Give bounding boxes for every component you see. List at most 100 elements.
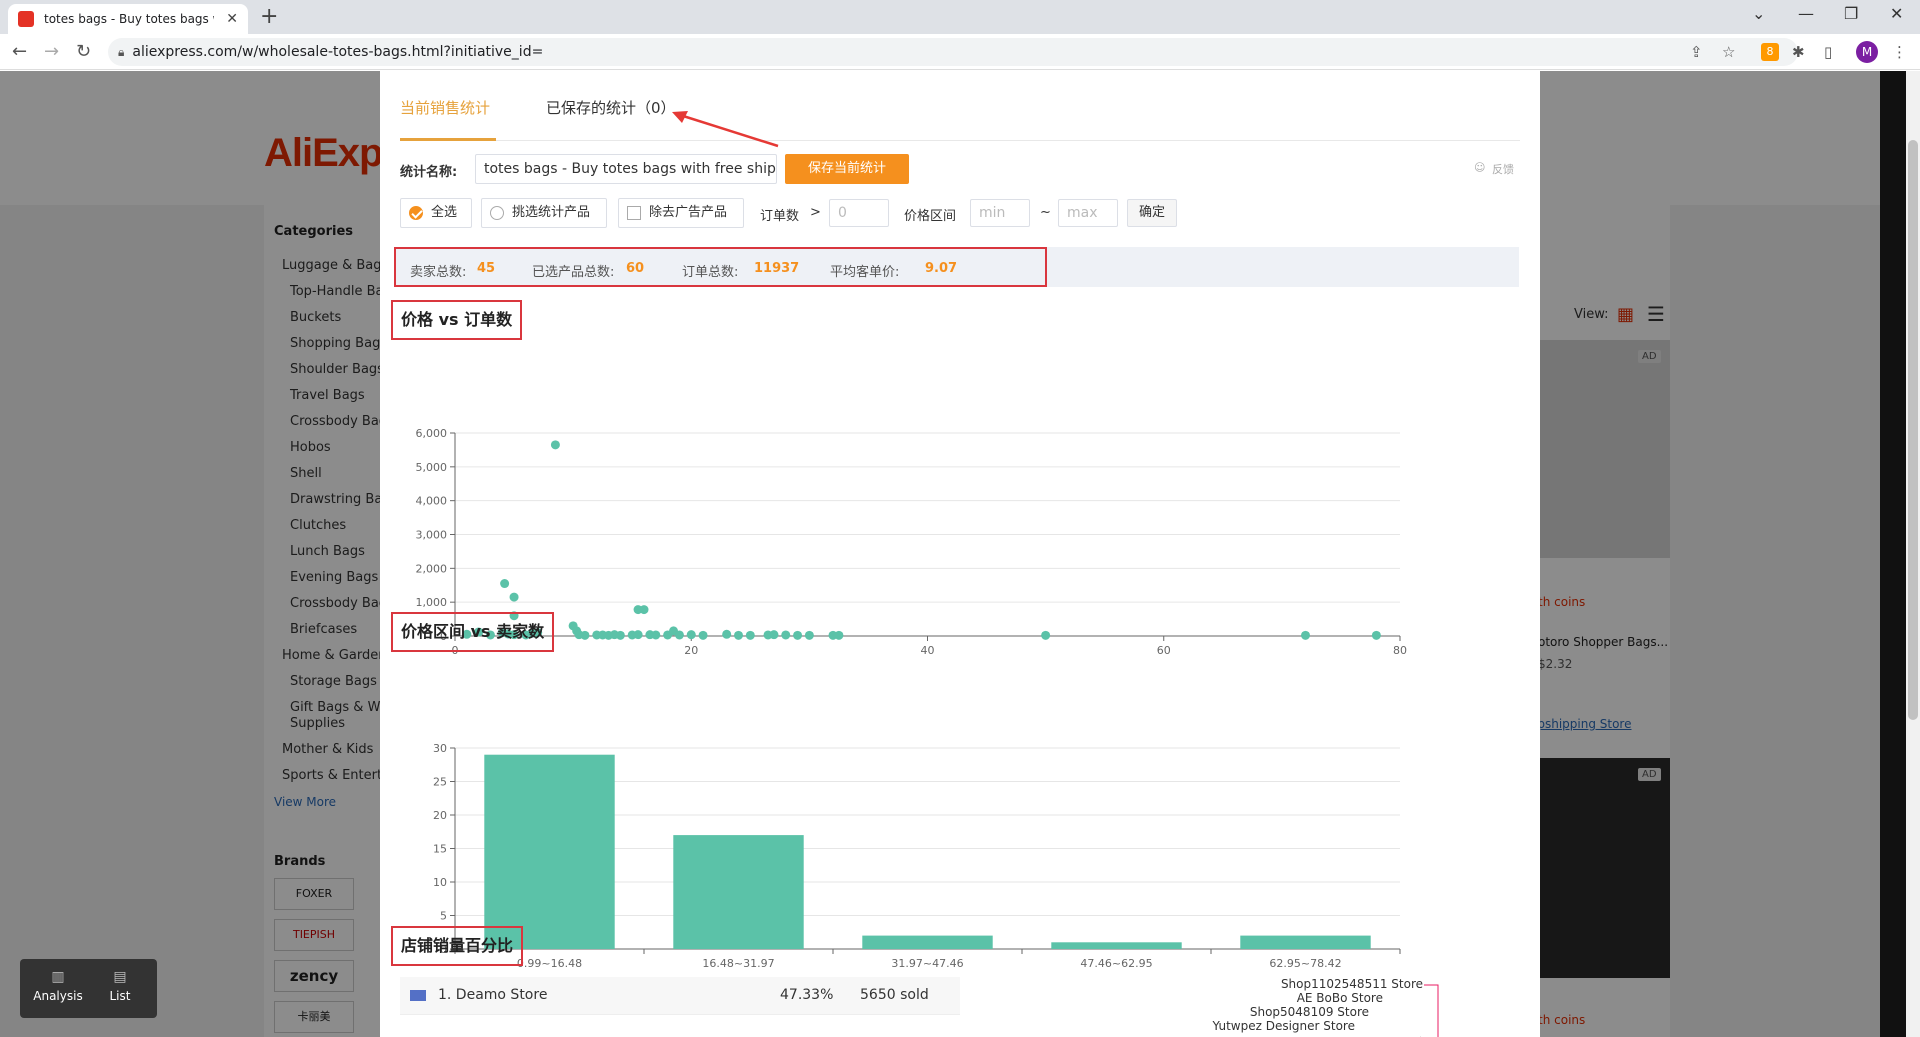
avg-price-label: 平均客单价: <box>830 265 900 280</box>
pie-label: Yutwpez Designer Store <box>1212 1019 1355 1033</box>
summary-highlight-box: 卖家总数: 45 已选产品总数: 60 订单总数: 11937 平均客单价: 9… <box>394 247 1047 287</box>
y-tick-label: 2,000 <box>416 562 448 575</box>
x-tick-label: 16.48~31.97 <box>702 957 774 970</box>
min-orders-input[interactable]: 0 <box>829 199 889 227</box>
store-sold: 5650 sold <box>860 987 929 1003</box>
price-vs-orders-title: 价格 vs 订单数 <box>391 300 523 340</box>
products-total-value: 60 <box>626 261 645 276</box>
annotation-arrow <box>672 111 779 148</box>
pie-leader-lines <box>1420 984 1439 1037</box>
pie-label: Shop1102548511 Store <box>1280 977 1423 991</box>
browser-tab[interactable]: totes bags - Buy totes bags wi ✕ <box>8 4 248 34</box>
sellers-total-value: 45 <box>477 261 496 276</box>
scatter-point <box>793 630 803 640</box>
price-range-vs-sellers-title: 价格区间 vs 卖家数 <box>391 612 555 652</box>
range-separator: ~ <box>1040 205 1051 220</box>
price-range-label: 价格区间 <box>904 209 957 224</box>
reload-icon[interactable]: ↻ <box>76 41 91 62</box>
store-sales-share-title: 店铺销量百分比 <box>391 926 524 966</box>
tab-title: totes bags - Buy totes bags wi <box>44 12 214 26</box>
confirm-button[interactable]: 确定 <box>1127 199 1177 227</box>
y-tick-label: 15 <box>433 843 447 856</box>
list-button[interactable]: ▤ List <box>90 969 150 1003</box>
scatter-point <box>500 579 510 589</box>
scatter-point <box>1301 630 1310 640</box>
table-row[interactable]: 1. Deamo Store 47.33% 5650 sold <box>400 977 960 1015</box>
bar <box>1240 935 1371 949</box>
max-price-input[interactable]: max <box>1058 199 1118 227</box>
store-sales-table: 1. Deamo Store 47.33% 5650 sold <box>400 977 960 1037</box>
forward-icon[interactable]: → <box>44 41 59 62</box>
scrollbar-thumb[interactable] <box>1908 140 1918 720</box>
checkbox-icon <box>627 206 641 220</box>
min-price-input[interactable]: min <box>970 199 1030 227</box>
bookmark-star-icon[interactable]: ☆ <box>1722 43 1735 61</box>
scatter-point <box>651 630 661 640</box>
store-name: 1. Deamo Store <box>438 987 548 1003</box>
close-tab-icon[interactable]: ✕ <box>226 11 238 27</box>
y-tick-label: 6,000 <box>416 427 448 440</box>
tab-saved-stats[interactable]: 已保存的统计（0） <box>546 97 676 118</box>
modal-tabs: 当前销售统计 已保存的统计（0） <box>400 71 1520 141</box>
y-tick-label: 4,000 <box>416 495 448 508</box>
extensions-icon[interactable]: ✱ <box>1792 43 1805 61</box>
share-icon[interactable]: ⇪ <box>1690 43 1703 61</box>
x-tick-label: 62.95~78.42 <box>1269 957 1341 970</box>
scatter-point <box>615 630 625 640</box>
exclude-ads-label: 除去广告产品 <box>649 205 728 220</box>
stat-name-input[interactable]: totes bags - Buy totes bags with free sh… <box>475 154 777 184</box>
feedback-icon[interactable]: ☺ <box>1474 161 1485 174</box>
close-window-icon[interactable]: ✕ <box>1890 4 1903 23</box>
list-label: List <box>109 989 131 1003</box>
radio-icon <box>490 206 504 220</box>
scatter-point <box>745 630 755 640</box>
pie-label: AE BoBo Store <box>1296 991 1383 1005</box>
document-icon: ▤ <box>113 969 127 985</box>
browser-toolbar: ← → ↻ 🔒︎ aliexpress.com/w/wholesale-tote… <box>0 34 1920 70</box>
y-tick-label: 30 <box>433 742 447 755</box>
minimize-icon[interactable]: — <box>1798 4 1814 23</box>
products-total-label: 已选产品总数: <box>532 265 615 280</box>
scatter-point <box>686 630 696 640</box>
pick-products-radio[interactable]: 挑选统计产品 <box>481 198 607 228</box>
save-stats-button[interactable]: 保存当前统计 <box>785 154 909 184</box>
store-percent: 47.33% <box>780 987 834 1003</box>
scatter-point <box>722 629 732 639</box>
y-tick-label: 20 <box>433 809 447 822</box>
y-tick-label: 5 <box>440 910 447 923</box>
select-all-label: 全选 <box>431 205 458 220</box>
orders-total-label: 订单总数: <box>682 265 739 280</box>
menu-dots-icon[interactable]: ⋮ <box>1892 43 1907 61</box>
tab-search-icon[interactable]: ⌄ <box>1752 4 1765 23</box>
stat-name-label: 统计名称: <box>400 165 458 180</box>
address-bar[interactable]: 🔒︎ aliexpress.com/w/wholesale-totes-bags… <box>108 38 1798 66</box>
pick-products-label: 挑选统计产品 <box>512 205 591 220</box>
x-tick-label: 31.97~47.46 <box>891 957 963 970</box>
bar <box>484 754 615 949</box>
side-panel-icon[interactable]: ▯ <box>1824 43 1832 61</box>
y-tick-label: 25 <box>433 776 447 789</box>
feedback-link[interactable]: 反馈 <box>1492 161 1514 177</box>
bar <box>1051 942 1182 949</box>
exclude-ads-checkbox[interactable]: 除去广告产品 <box>618 198 744 228</box>
scatter-point <box>769 630 779 640</box>
scatter-point <box>1371 630 1381 640</box>
maximize-icon[interactable]: ❐ <box>1844 4 1858 23</box>
avg-price-value: 9.07 <box>925 261 958 276</box>
profile-avatar[interactable]: M <box>1856 41 1878 63</box>
back-icon[interactable]: ← <box>12 41 27 62</box>
tab-current-stats[interactable]: 当前销售统计 <box>400 97 490 118</box>
scatter-point <box>804 630 814 640</box>
scatter-point <box>1041 630 1051 640</box>
analysis-button[interactable]: ▥ Analysis <box>28 969 88 1003</box>
bar <box>862 935 993 949</box>
new-tab-button[interactable]: + <box>260 4 278 29</box>
x-tick-label: 47.46~62.95 <box>1080 957 1152 970</box>
analysis-label: Analysis <box>33 989 83 1003</box>
extension-badge-icon[interactable]: 8 <box>1761 43 1779 61</box>
browser-tab-bar: totes bags - Buy totes bags wi ✕ + ⌄ — ❐… <box>0 0 1920 34</box>
legend-swatch <box>410 990 426 1001</box>
select-all-radio[interactable]: 全选 <box>400 198 472 228</box>
analysis-widget: ▥ Analysis ▤ List <box>20 959 157 1018</box>
scatter-point <box>639 605 649 615</box>
